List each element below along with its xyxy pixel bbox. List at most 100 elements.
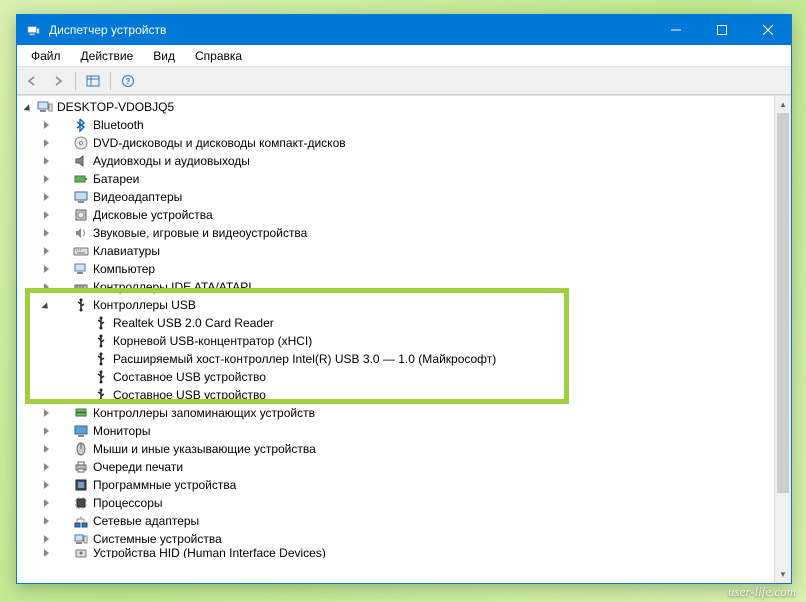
scroll-down-button[interactable]: ▼ (775, 566, 791, 583)
tree-category[interactable]: Мыши и иные указывающие устройства (17, 440, 791, 458)
tree-device[interactable]: Составное USB устройство (17, 368, 791, 386)
node-label: Очереди печати (93, 460, 183, 474)
tree-category[interactable]: Аудиовходы и аудиовыходы (17, 152, 791, 170)
node-label: Bluetooth (93, 118, 144, 132)
tree-category[interactable]: Видеоадаптеры (17, 188, 791, 206)
node-label: Системные устройства (93, 532, 222, 546)
node-label: Сетевые адаптеры (93, 514, 199, 528)
tree-category[interactable]: DVD-дисководы и дисководы компакт-дисков (17, 134, 791, 152)
tree-category[interactable]: Контроллеры IDE ATA/ATAPI (17, 278, 791, 296)
menubar: Файл Действие Вид Справка (17, 45, 791, 67)
window-title: Диспетчер устройств (49, 23, 653, 37)
node-label: Составное USB устройство (113, 370, 266, 384)
node-label: Видеоадаптеры (93, 190, 182, 204)
computer-icon (37, 99, 53, 115)
tree-category[interactable]: Компьютер (17, 260, 791, 278)
expander-icon[interactable] (39, 548, 53, 558)
tree-category[interactable]: Контроллеры запоминающих устройств (17, 404, 791, 422)
tree-root[interactable]: DESKTOP-VDOBJQ5 (17, 98, 791, 116)
sound-icon (73, 225, 89, 241)
usb-device-icon (93, 315, 109, 331)
tree-category[interactable]: Bluetooth (17, 116, 791, 134)
expander-icon[interactable] (39, 496, 53, 510)
expander-icon[interactable] (39, 298, 53, 312)
tree-category[interactable]: Устройства HID (Human Interface Devices) (17, 548, 791, 558)
expander-icon[interactable] (39, 244, 53, 258)
usb-device-icon (93, 387, 109, 403)
scrollbar-thumb[interactable] (777, 113, 789, 493)
expander-icon[interactable] (39, 226, 53, 240)
close-button[interactable] (745, 15, 791, 45)
toolbar-forward-button[interactable] (46, 70, 70, 92)
expander-icon[interactable] (39, 406, 53, 420)
network-icon (73, 513, 89, 529)
menu-file[interactable]: Файл (21, 47, 71, 65)
toolbar-separator (75, 72, 76, 90)
node-label: Программные устройства (93, 478, 236, 492)
scroll-up-button[interactable]: ▲ (775, 96, 791, 113)
cpu-icon (73, 495, 89, 511)
node-label: Компьютер (93, 262, 155, 276)
titlebar[interactable]: Диспетчер устройств (17, 15, 791, 45)
tree-category[interactable]: Очереди печати (17, 458, 791, 476)
disc-icon (73, 135, 89, 151)
expander-icon[interactable] (39, 514, 53, 528)
node-label: Батареи (93, 172, 139, 186)
expander-icon[interactable] (39, 118, 53, 132)
tree-category[interactable]: Программные устройства (17, 476, 791, 494)
keyboard-icon (73, 243, 89, 259)
storage-icon (73, 405, 89, 421)
expander-icon[interactable] (39, 262, 53, 276)
tree-device[interactable]: Корневой USB-концентратор (xHCI) (17, 332, 791, 350)
usb-icon (73, 297, 89, 313)
toolbar: ? (17, 67, 791, 95)
tree-device[interactable]: Расширяемый хост-контроллер Intel(R) USB… (17, 350, 791, 368)
toolbar-help-button[interactable]: ? (116, 70, 140, 92)
expander-icon[interactable] (39, 190, 53, 204)
tree-device[interactable]: Составное USB устройство (17, 386, 791, 404)
expander-icon[interactable] (39, 532, 53, 546)
scrollbar-track[interactable] (775, 113, 791, 566)
expander-icon[interactable] (39, 208, 53, 222)
expander-icon[interactable] (39, 424, 53, 438)
node-label: Аудиовходы и аудиовыходы (93, 154, 250, 168)
tree-device[interactable]: Realtek USB 2.0 Card Reader (17, 314, 791, 332)
printer-icon (73, 459, 89, 475)
svg-text:?: ? (126, 77, 131, 86)
node-label: Процессоры (93, 496, 163, 510)
tree-category[interactable]: Системные устройства (17, 530, 791, 548)
expander-icon[interactable] (39, 442, 53, 456)
tree-category[interactable]: Контроллеры USB (17, 296, 791, 314)
expander-icon[interactable] (39, 280, 53, 294)
device-tree[interactable]: DESKTOP-VDOBJQ5 Bluetooth DVD-дисководы и … (17, 96, 791, 560)
expander-icon[interactable] (21, 100, 35, 114)
tree-category[interactable]: Клавиатуры (17, 242, 791, 260)
audio-icon (73, 153, 89, 169)
toolbar-back-button[interactable] (20, 70, 44, 92)
battery-icon (73, 171, 89, 187)
tree-category[interactable]: Мониторы (17, 422, 791, 440)
expander-icon[interactable] (39, 478, 53, 492)
menu-view[interactable]: Вид (143, 47, 185, 65)
tree-category[interactable]: Звуковые, игровые и видеоустройства (17, 224, 791, 242)
menu-action[interactable]: Действие (71, 47, 144, 65)
monitor-icon (73, 423, 89, 439)
toolbar-separator (110, 72, 111, 90)
expander-icon[interactable] (39, 136, 53, 150)
minimize-button[interactable] (653, 15, 699, 45)
vertical-scrollbar[interactable]: ▲ ▼ (774, 96, 791, 583)
tree-category[interactable]: Процессоры (17, 494, 791, 512)
tree-category[interactable]: Батареи (17, 170, 791, 188)
maximize-button[interactable] (699, 15, 745, 45)
node-label: DESKTOP-VDOBJQ5 (57, 100, 174, 114)
tree-category[interactable]: Дисковые устройства (17, 206, 791, 224)
toolbar-details-button[interactable] (81, 70, 105, 92)
menu-help[interactable]: Справка (185, 47, 252, 65)
node-label: Корневой USB-концентратор (xHCI) (113, 334, 312, 348)
computer-icon (73, 261, 89, 277)
node-label: Realtek USB 2.0 Card Reader (113, 316, 274, 330)
tree-category[interactable]: Сетевые адаптеры (17, 512, 791, 530)
expander-icon[interactable] (39, 154, 53, 168)
expander-icon[interactable] (39, 460, 53, 474)
expander-icon[interactable] (39, 172, 53, 186)
